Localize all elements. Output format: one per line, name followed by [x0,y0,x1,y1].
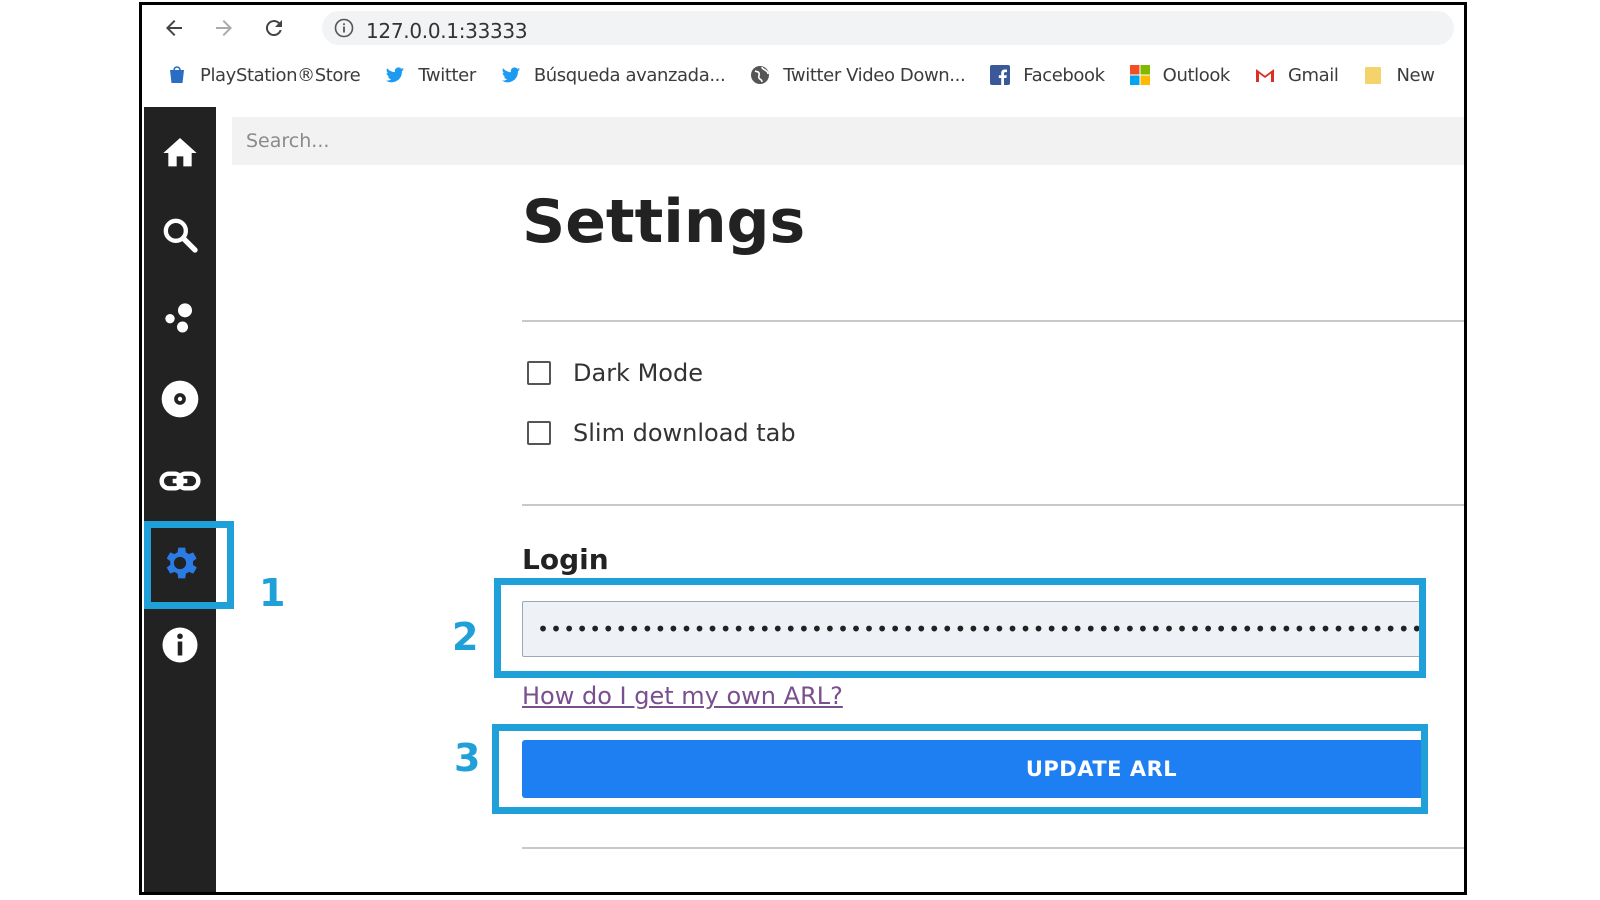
browser-toolbar: 127.0.0.1:33333 [142,5,1464,51]
bookmark-twitter[interactable]: Twitter [384,64,476,86]
bookmark-label: Gmail [1287,64,1339,86]
info-icon [162,627,198,663]
search-icon [163,218,198,253]
bookmark-label: New [1396,64,1435,86]
forward-button[interactable] [210,14,238,42]
annotation-highlight-update-button [492,724,1428,814]
arl-help-link[interactable]: How do I get my own ARL? [522,682,843,710]
browser-window: 127.0.0.1:33333 PlayStation®Store Twitte… [139,2,1467,895]
bookmark-label: Outlook [1162,64,1231,86]
annotation-number: 2 [452,615,479,659]
bookmark-gmail[interactable]: Gmail [1254,64,1339,86]
back-arrow-icon [166,20,182,36]
reload-icon [265,20,282,37]
twitter-bird-icon [501,67,521,83]
bookmark-label: Facebook [1023,64,1105,86]
playstation-store-icon [170,66,184,83]
sidebar-item-about[interactable] [144,609,216,681]
gmail-icon [1255,69,1274,82]
divider [522,320,1464,322]
bookmark-busqueda-avanzada[interactable]: Búsqueda avanzada... [500,64,726,86]
bookmark-label: Búsqueda avanzada... [533,64,726,86]
bookmark-twitter-video-downloader[interactable]: Twitter Video Down... [749,64,966,86]
divider [522,847,1464,849]
sidebar-item-home[interactable] [144,117,216,189]
bookmark-label: Twitter Video Down... [783,64,966,86]
search-input[interactable] [232,117,1464,165]
back-button[interactable] [160,14,188,42]
bookmark-outlook[interactable]: Outlook [1129,64,1230,86]
link-icon [159,471,201,491]
address-bar[interactable]: 127.0.0.1:33333 [322,11,1454,45]
facebook-icon [990,65,1011,85]
site-info-icon[interactable] [334,18,354,38]
annotation-number: 3 [454,736,481,780]
bookmark-playstation-store[interactable]: PlayStation®Store [166,64,361,86]
url-text: 127.0.0.1:33333 [366,19,528,43]
app-search-bar [232,117,1464,165]
bookmark-label: Twitter [418,64,476,86]
slim-download-tab-option[interactable]: Slim download tab [527,419,796,447]
bookmark-label: PlayStation®Store [200,64,361,86]
disc-icon [161,380,199,418]
sidebar-item-search[interactable] [144,199,216,271]
sidebar-item-link-analyzer[interactable] [144,445,216,517]
dark-mode-label: Dark Mode [573,359,703,387]
twitter-bird-icon [386,67,405,83]
annotation-highlight-settings [144,521,234,609]
slim-download-tab-label: Slim download tab [573,419,796,447]
annotation-highlight-arl-input [494,578,1426,678]
bookmark-facebook[interactable]: Facebook [989,64,1105,86]
bookmarks-bar: PlayStation®Store Twitter Búsqueda avanz… [142,57,1464,93]
dark-mode-checkbox[interactable] [527,361,551,385]
divider [522,504,1464,506]
charts-icon [165,303,192,333]
globe-icon [751,66,770,84]
login-section-title: Login [522,543,609,576]
page-title: Settings [522,187,806,257]
dark-mode-option[interactable]: Dark Mode [527,359,703,387]
sidebar-item-albums[interactable] [144,363,216,435]
bookmark-folder[interactable]: New [1362,64,1435,86]
home-icon [163,138,197,167]
microsoft-icon [1129,65,1150,85]
annotation-number: 1 [259,571,286,615]
reload-button[interactable] [260,14,288,42]
app-sidebar [144,107,216,892]
folder-icon [1365,67,1382,84]
sidebar-item-charts[interactable] [144,281,216,353]
slim-download-tab-checkbox[interactable] [527,421,551,445]
forward-arrow-icon [216,20,232,36]
